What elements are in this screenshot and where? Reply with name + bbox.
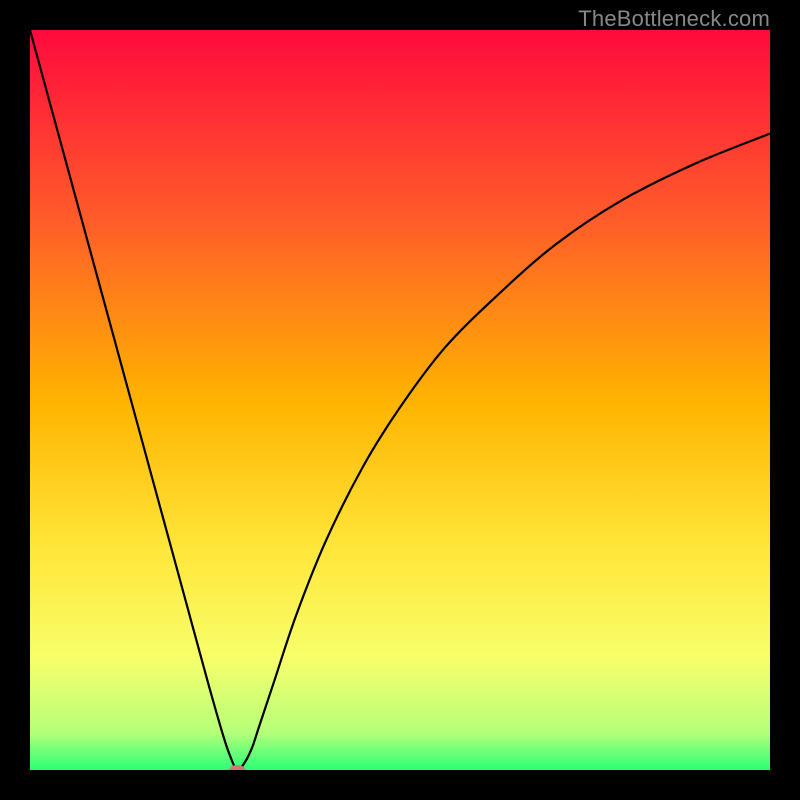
- gradient-background: [30, 30, 770, 770]
- chart-frame: [30, 30, 770, 770]
- bottleneck-chart: [30, 30, 770, 770]
- attribution-label: TheBottleneck.com: [578, 6, 770, 32]
